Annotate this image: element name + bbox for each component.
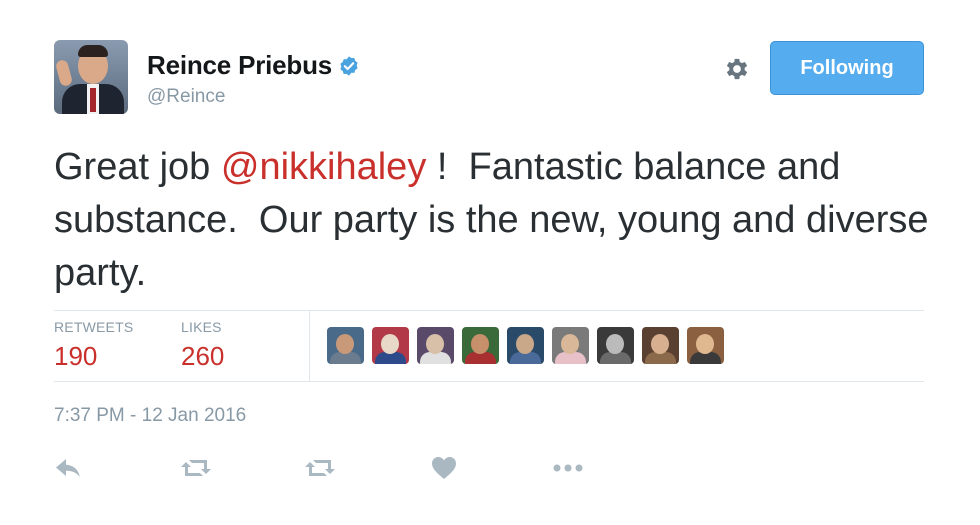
user-name-row[interactable]: Reince Priebus <box>147 50 360 81</box>
tweet-text: Great job @nikkihaley ! Fantastic balanc… <box>54 141 934 300</box>
avatar-hair <box>78 45 108 57</box>
reply-icon <box>56 459 80 477</box>
tweet-text-before: Great job <box>54 146 221 188</box>
following-button[interactable]: Following <box>770 41 924 95</box>
liker-avatar-7[interactable] <box>597 327 634 364</box>
liker-avatar-9[interactable] <box>687 327 724 364</box>
likes-label[interactable]: LIKES <box>181 319 222 335</box>
liker-avatar-4[interactable] <box>462 327 499 364</box>
retweet-button[interactable] <box>180 452 212 484</box>
stats-top-divider <box>54 310 924 311</box>
likes-count[interactable]: 260 <box>181 341 224 372</box>
liker-avatar-8[interactable] <box>642 327 679 364</box>
retweets-label[interactable]: RETWEETS <box>54 319 133 335</box>
more-icon <box>553 464 583 472</box>
liker-avatar-6[interactable] <box>552 327 589 364</box>
liker-avatar-3[interactable] <box>417 327 454 364</box>
verified-badge-icon <box>340 55 358 76</box>
avatar-hand <box>54 58 74 88</box>
heart-icon <box>432 457 456 479</box>
retweets-count[interactable]: 190 <box>54 341 97 372</box>
liker-avatar-head <box>426 334 444 354</box>
display-name[interactable]: Reince Priebus <box>147 50 332 81</box>
liker-avatar-head <box>651 334 669 354</box>
liker-avatar-head <box>606 334 624 354</box>
tweet-timestamp[interactable]: 7:37 PM - 12 Jan 2016 <box>54 405 246 427</box>
liker-avatars <box>327 327 724 364</box>
more-button[interactable] <box>552 452 584 484</box>
liker-avatar-head <box>471 334 489 354</box>
liker-avatar-1[interactable] <box>327 327 364 364</box>
user-handle[interactable]: @Reince <box>147 86 225 108</box>
reply-button[interactable] <box>52 452 84 484</box>
like-button[interactable] <box>428 452 460 484</box>
liker-avatar-head <box>696 334 714 354</box>
profile-avatar[interactable] <box>54 40 128 114</box>
liker-avatar-2[interactable] <box>372 327 409 364</box>
liker-avatar-head <box>381 334 399 354</box>
stats-vertical-divider <box>309 311 310 381</box>
avatar-tie <box>90 88 96 112</box>
stats-bottom-divider <box>54 381 924 382</box>
retweet-icon <box>181 460 211 476</box>
liker-avatar-head <box>516 334 534 354</box>
mention-link[interactable]: @nikkihaley <box>221 146 426 188</box>
retweet-icon <box>305 460 335 476</box>
retweet-button-2[interactable] <box>304 452 336 484</box>
liker-avatar-head <box>336 334 354 354</box>
liker-avatar-5[interactable] <box>507 327 544 364</box>
gear-icon[interactable] <box>722 54 752 84</box>
liker-avatar-head <box>561 334 579 354</box>
